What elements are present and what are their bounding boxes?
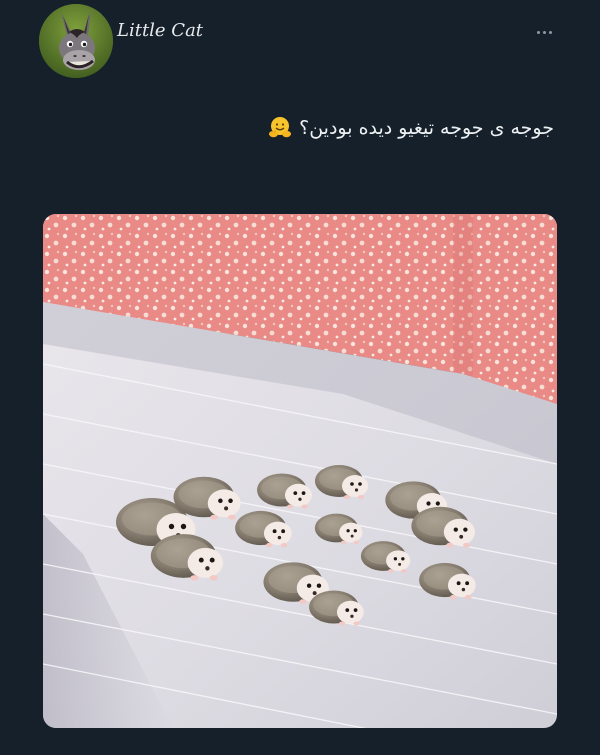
- post-media-image[interactable]: [43, 214, 557, 728]
- hedgehogs-photo: [43, 214, 557, 728]
- author-name[interactable]: Little Cat: [117, 20, 203, 41]
- author-avatar[interactable]: [39, 4, 113, 78]
- post-text-row: جوجه ی جوجه تیغیو دیده بودین؟: [267, 115, 554, 141]
- post-text: جوجه ی جوجه تیغیو دیده بودین؟: [299, 117, 554, 139]
- more-options-icon: [536, 30, 540, 34]
- more-options-button[interactable]: [530, 22, 558, 42]
- post-card: Little Cat جوجه ی جوجه تیغیو دیده بودین؟: [0, 0, 600, 755]
- donkey-avatar-icon: [39, 4, 113, 78]
- hugging-face-icon: [269, 117, 292, 138]
